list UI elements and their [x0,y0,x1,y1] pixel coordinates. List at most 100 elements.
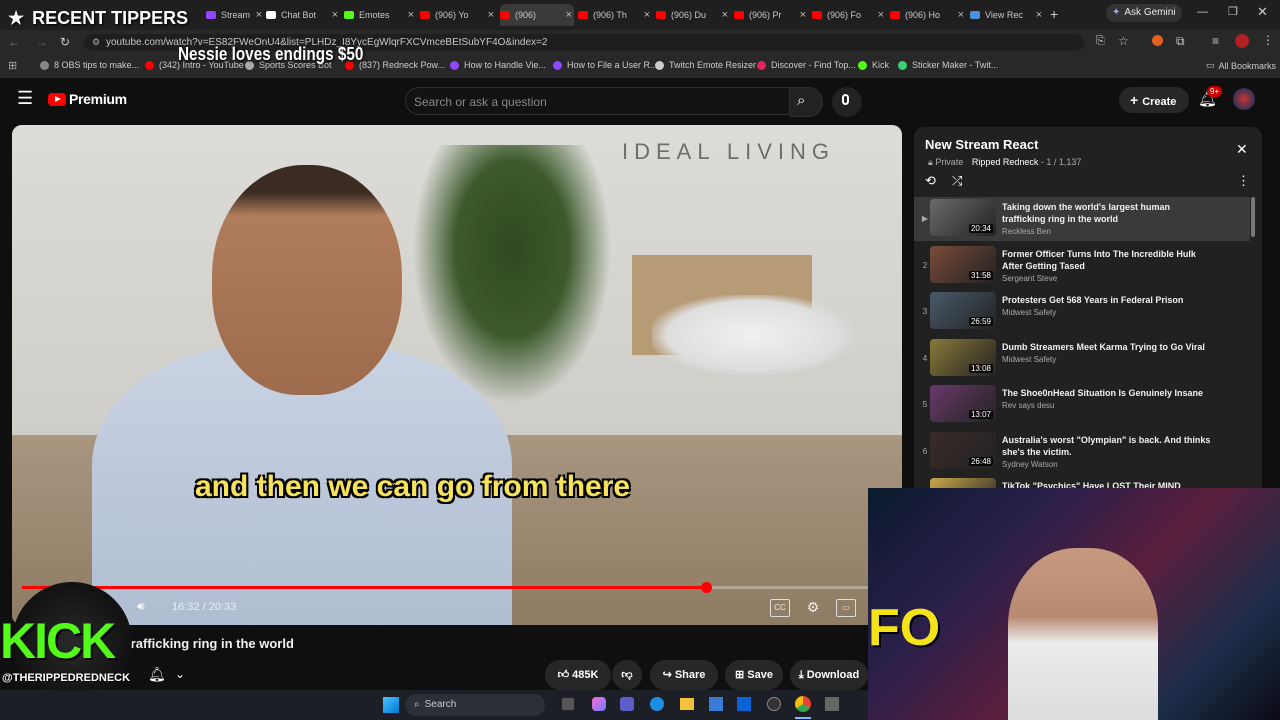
browser-tab[interactable]: View Rec × [970,4,1044,26]
video-frame-bags [652,295,852,375]
playlist-item[interactable]: 2 31:58 Former Officer Turns Into The Incr… [914,244,1250,288]
windows-start-icon[interactable] [383,697,399,713]
browser-tab[interactable]: Emotes × [344,4,416,26]
scrubber-handle[interactable] [701,582,712,593]
playlist-item[interactable]: 3 26:59 Protesters Get 568 Years in Federa… [914,290,1250,334]
bookmark-item[interactable]: Twitch Emote Resizer [655,60,756,70]
app-icon[interactable] [825,697,839,711]
settings-gear-icon[interactable]: ⚙ [804,599,822,615]
captions-icon[interactable]: CC [770,599,790,617]
obs-icon[interactable] [767,697,781,711]
close-tab-icon[interactable]: × [566,9,572,21]
site-info-icon[interactable]: ⚙ [92,34,100,51]
playlist-title[interactable]: New Stream React [925,137,1038,152]
edge-icon[interactable] [650,697,664,711]
chrome-icon[interactable] [795,696,811,712]
bookmark-item[interactable]: Kick [858,60,889,70]
playlist-item[interactable]: ▶ 20:34 Taking down the world's largest hu… [914,197,1250,241]
playlist-scrollbar[interactable] [1251,197,1255,237]
browser-tab[interactable]: (906) Yo × [420,4,496,26]
save-button[interactable]: ⊞ Save [725,660,783,690]
shuffle-icon[interactable]: ⤮ [952,173,962,189]
menu-kebab-icon[interactable]: ⋮ [1262,33,1274,47]
browser-tab[interactable]: (906) × [500,4,574,26]
reload-icon[interactable]: ↻ [60,35,70,49]
store-icon[interactable] [709,697,723,711]
ask-gemini-button[interactable]: ✦ Ask Gemini [1106,4,1182,22]
progress-bar[interactable] [22,582,877,593]
create-button[interactable]: + Create [1119,87,1189,113]
apps-grid-icon[interactable]: ⊞ [8,59,17,72]
subscribe-bell-icon[interactable]: 🔔︎ [148,666,166,683]
bookmark-favicon-icon [858,60,867,70]
browser-tab[interactable]: (906) Du × [656,4,730,26]
close-tab-icon[interactable]: × [958,9,964,21]
kick-logo-text: KICK [0,613,116,669]
extension-icon[interactable] [1152,35,1163,46]
browser-tab[interactable]: Chat Bot × [266,4,340,26]
bookmark-star-icon[interactable]: ☆ [1118,34,1129,48]
search-button[interactable]: ⌕ [790,87,823,117]
task-view-icon[interactable] [562,698,574,710]
close-tab-icon[interactable]: × [488,9,494,21]
outlook-icon[interactable] [737,697,751,711]
close-tab-icon[interactable]: × [332,9,338,21]
tab-favicon-icon [500,11,510,19]
like-button[interactable]: 👍︎ 485K [545,660,611,690]
close-playlist-icon[interactable]: ✕ [1236,141,1248,158]
playlist-item[interactable]: 5 13:07 The Shoe0nHead Situation Is Genuin… [914,383,1250,427]
minimize-window-button[interactable]: — [1197,6,1208,18]
close-tab-icon[interactable]: × [722,9,728,21]
search-input[interactable]: Search or ask a question [405,87,790,115]
loop-icon[interactable]: ⟲ [925,173,936,189]
browser-tab[interactable]: (906) Fo × [812,4,886,26]
video-player[interactable]: IDEAL LIVING and then we can go from the… [12,125,902,625]
browser-tab[interactable]: (906) Ho × [890,4,966,26]
all-bookmarks-button[interactable]: ▭ All Bookmarks [1206,60,1276,71]
browser-tab[interactable]: (906) Th × [578,4,652,26]
back-icon[interactable]: ← [8,35,20,49]
download-button[interactable]: ⤓ Download [790,660,868,690]
close-tab-icon[interactable]: × [800,9,806,21]
teams-icon[interactable] [620,697,634,711]
close-tab-icon[interactable]: × [408,9,414,21]
bookmark-favicon-icon [898,60,907,70]
profile-avatar[interactable] [1235,34,1249,48]
close-tab-icon[interactable]: × [878,9,884,21]
install-app-icon[interactable]: ⎘ [1096,35,1105,48]
dislike-button[interactable]: 👎︎ [612,660,642,690]
new-tab-plus-icon[interactable]: + [1050,6,1058,22]
close-tab-icon[interactable]: × [256,9,262,21]
file-explorer-icon[interactable] [680,698,694,710]
youtube-logo[interactable]: Premium [48,91,127,107]
theater-mode-icon[interactable]: ▭ [836,599,856,617]
browser-tab[interactable]: (906) Pr × [734,4,808,26]
playlist-menu-icon[interactable]: ⋮ [1237,173,1250,189]
playlist-item-index: 6 [922,446,928,456]
playlist-item[interactable]: 6 26:48 Australia's worst "Olympian" is ba… [914,430,1250,474]
taskbar-search-field[interactable]: ⌕ Search [405,694,545,716]
bookmark-item[interactable]: 8 OBS tips to make... [40,60,139,70]
bookmark-item[interactable]: How to Handle Vie... [450,60,546,70]
chevron-down-icon[interactable]: ⌄ [175,667,185,681]
bookmark-item[interactable]: Discover - Find Top... [757,60,856,70]
chrome-active-indicator [795,717,811,719]
bookmark-item[interactable]: How to File a User R... [553,60,658,70]
hamburger-menu-icon[interactable]: ☰ [17,88,33,109]
account-avatar[interactable] [1233,88,1255,110]
close-tab-icon[interactable]: × [644,9,650,21]
tab-search-icon[interactable]: ≡ [1212,34,1219,48]
bookmark-label: 8 OBS tips to make... [54,60,140,70]
copilot-icon[interactable] [592,697,606,711]
voice-search-button[interactable] [832,87,862,117]
extensions-puzzle-icon[interactable]: ⧉ [1176,34,1185,49]
bookmark-item[interactable]: Sticker Maker - Twit... [898,60,998,70]
close-tab-icon[interactable]: × [1036,9,1042,21]
share-button[interactable]: ↪ Share [650,660,718,690]
close-window-button[interactable]: ✕ [1257,4,1268,20]
restore-window-button[interactable]: ❐ [1228,5,1238,18]
playlist-item-thumbnail: 26:59 [930,292,996,329]
playlist-item[interactable]: 4 13:08 Dumb Streamers Meet Karma Trying t… [914,337,1250,381]
forward-icon[interactable]: → [36,35,48,49]
kick-handle-text: @THERIPPEDREDNECK [2,672,131,684]
